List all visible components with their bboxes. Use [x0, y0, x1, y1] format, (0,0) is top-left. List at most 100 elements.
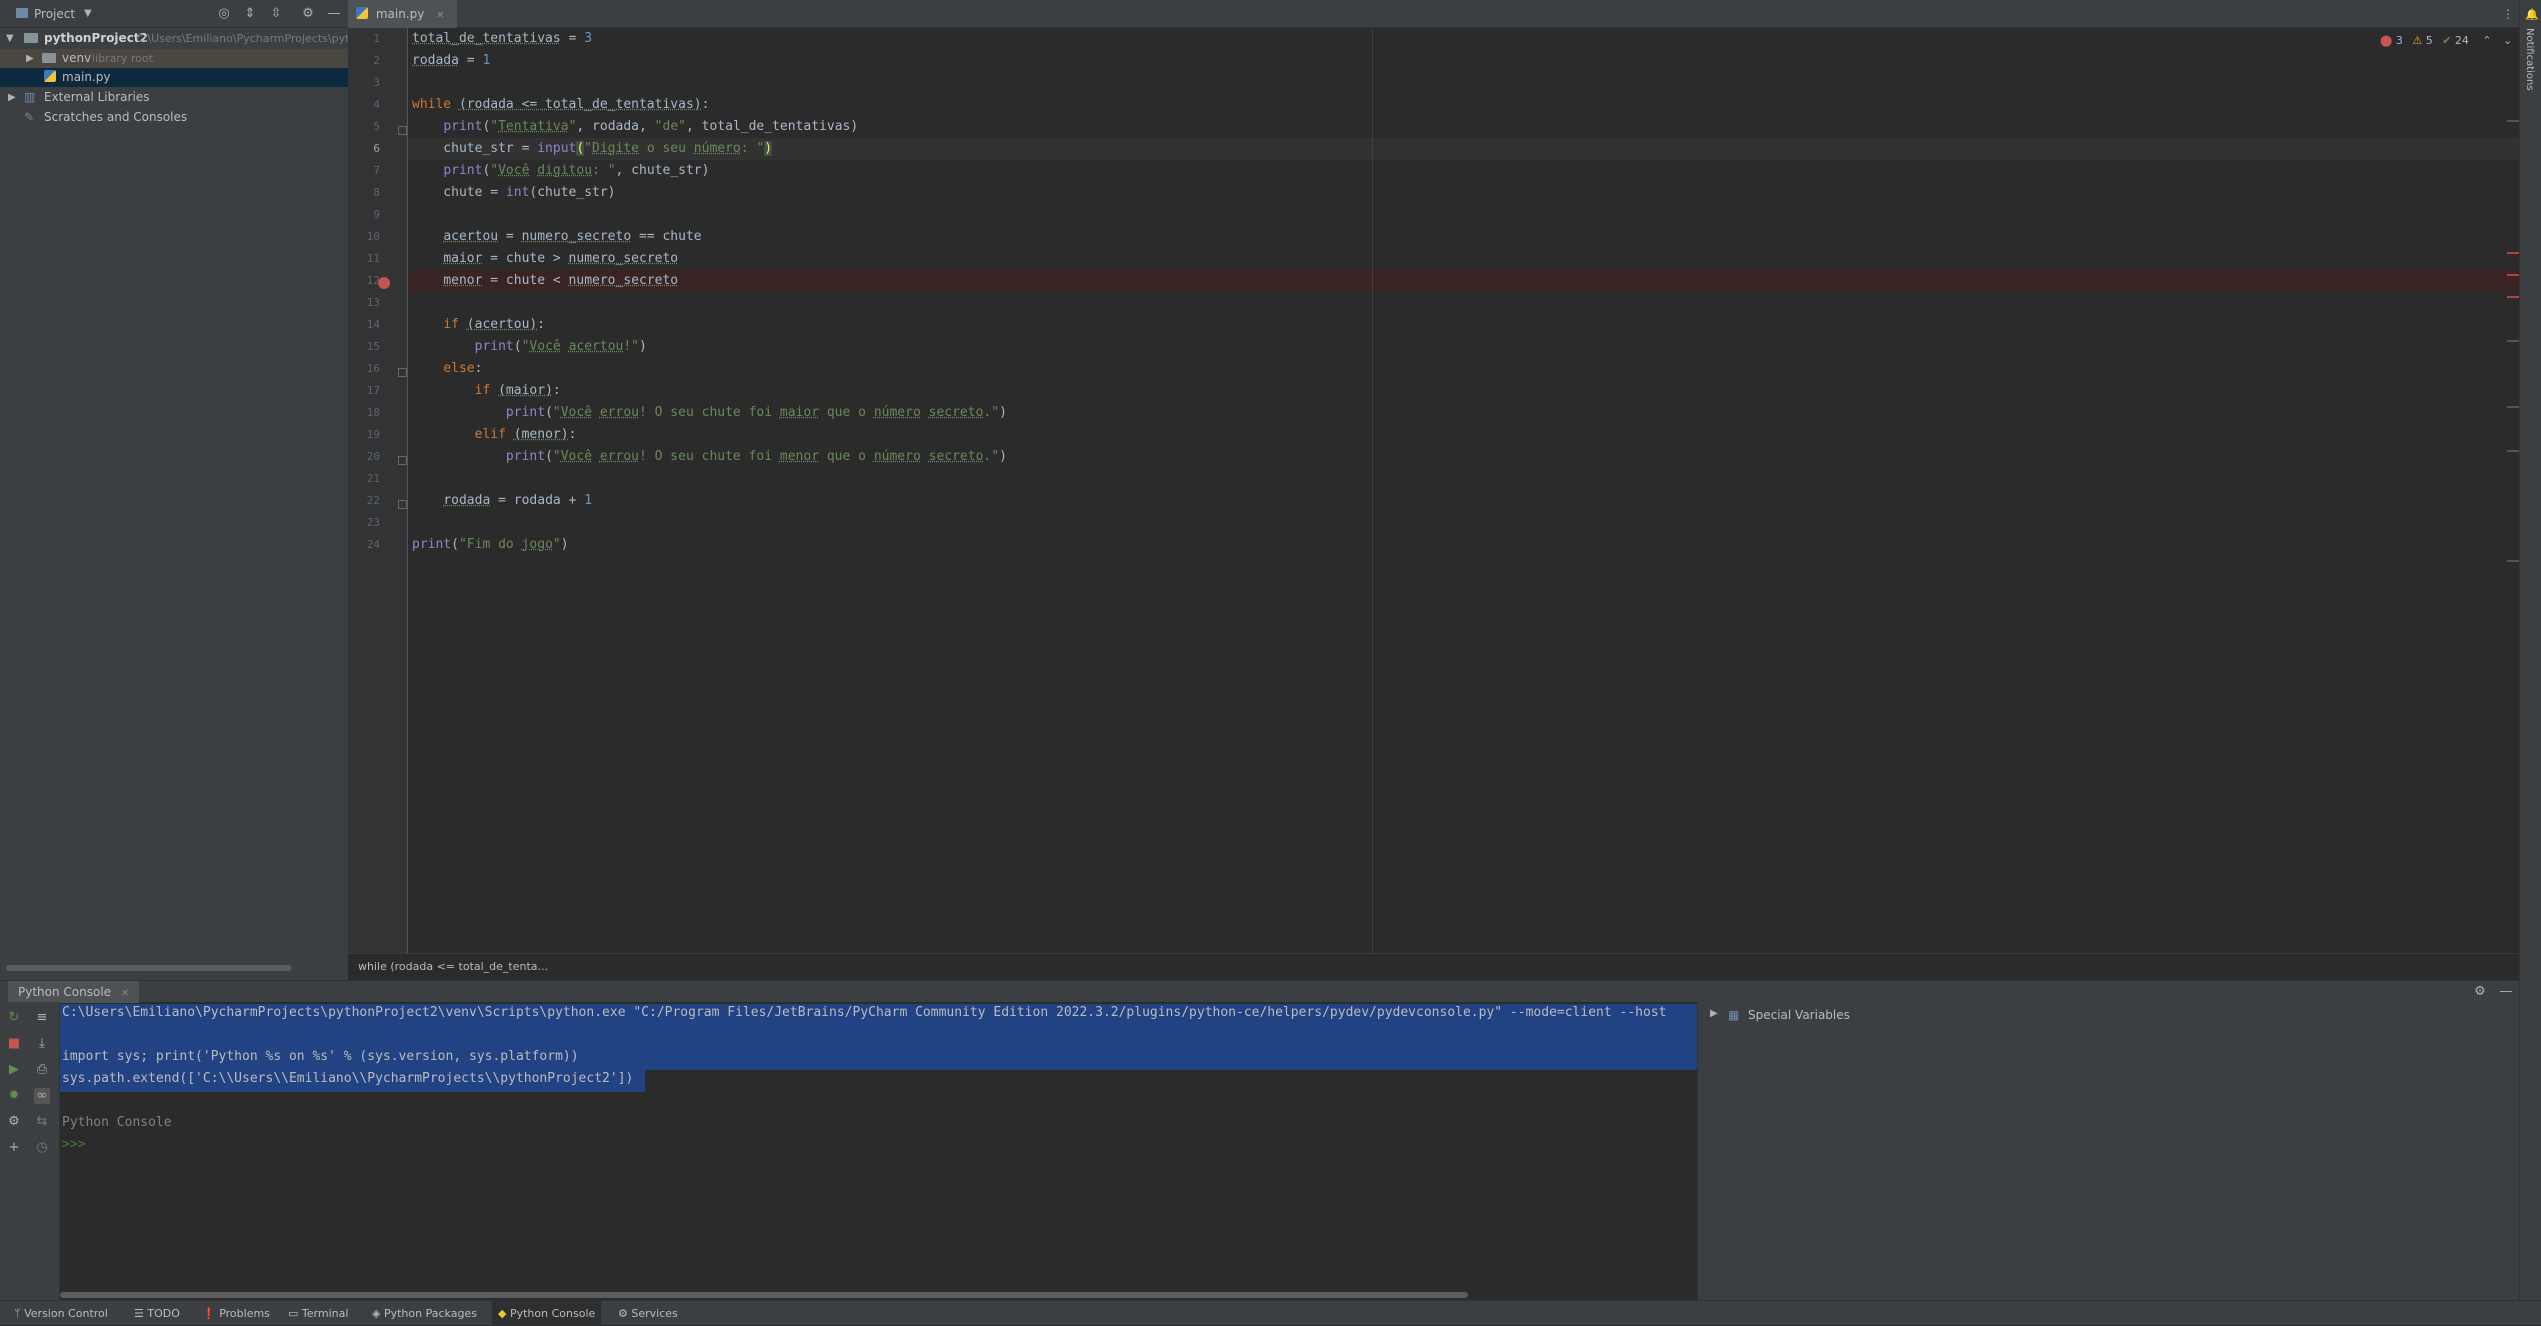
tool-python-packages[interactable]: ◈ Python Packages — [366, 1301, 483, 1326]
breakpoint-icon[interactable] — [378, 277, 390, 289]
expand-all-icon[interactable]: ⇕ — [242, 6, 258, 22]
code-line[interactable]: chute = int(chute_str) — [412, 182, 615, 204]
code-line[interactable]: total_de_tentativas = 3 — [412, 28, 592, 50]
chevron-down-icon[interactable]: ▼ — [84, 0, 92, 28]
chevron-right-icon[interactable]: ▶ — [8, 88, 16, 107]
console-horizontal-scrollbar[interactable] — [60, 1292, 1468, 1298]
line-number: 21 — [366, 472, 380, 485]
code-line[interactable]: chute_str = input("Digite o seu número: … — [412, 138, 773, 160]
run-icon[interactable]: ▶ — [6, 1062, 22, 1078]
stripe-mark[interactable] — [2507, 296, 2519, 298]
debug-icon[interactable]: ✹ — [6, 1088, 22, 1104]
line-number: 17 — [366, 384, 380, 397]
tree-item-pythonproject2[interactable]: ▼ pythonProject2 C:\Users\Emiliano\Pycha… — [0, 29, 348, 48]
tree-item-label: main.py — [62, 70, 111, 84]
code-line[interactable]: print("Você acertou!") — [412, 336, 647, 358]
stripe-mark[interactable] — [2507, 450, 2519, 452]
console-line: import sys; print('Python %s on %s' % (s… — [62, 1049, 579, 1064]
console-output[interactable]: C:\Users\Emiliano\PycharmProjects\python… — [60, 1002, 1697, 1300]
tab-python-console[interactable]: Python Console ✕ — [8, 981, 140, 1003]
line-number: 11 — [366, 252, 380, 265]
fold-marker-icon[interactable] — [398, 368, 407, 377]
scroll-to-end-icon[interactable]: ⤓ — [34, 1036, 50, 1052]
code-line[interactable]: if (acertou): — [412, 314, 545, 336]
tool-problems[interactable]: ❗ Problems — [196, 1301, 276, 1326]
stripe-mark[interactable] — [2507, 120, 2519, 122]
terminal-icon: ▭ — [288, 1307, 299, 1320]
stripe-mark[interactable] — [2507, 406, 2519, 408]
error-stripe[interactable] — [2505, 28, 2519, 953]
warning-icon: ⚠ — [2412, 34, 2423, 47]
code-editor[interactable]: total_de_tentativas = 3 rodada = 1 while… — [408, 28, 2519, 953]
code-line[interactable]: print("Você errou! O seu chute foi menor… — [412, 446, 1007, 468]
code-line[interactable]: print("Você digitou: ", chute_str) — [412, 160, 709, 182]
close-icon[interactable]: ✕ — [121, 988, 129, 999]
more-options-icon[interactable]: ⋮ — [2502, 0, 2514, 28]
gear-icon[interactable]: ⚙ — [300, 6, 316, 22]
close-icon[interactable]: ✕ — [436, 10, 444, 21]
code-line[interactable]: while (rodada <= total_de_tentativas): — [412, 94, 709, 116]
show-variables-icon[interactable]: ∞ — [34, 1088, 50, 1104]
special-variables-label[interactable]: Special Variables — [1748, 1008, 1850, 1022]
fold-marker-icon[interactable] — [398, 456, 407, 465]
line-number: 18 — [366, 406, 380, 419]
code-line[interactable]: rodada = rodada + 1 — [412, 490, 592, 512]
stripe-mark[interactable] — [2507, 252, 2519, 254]
stripe-mark[interactable] — [2507, 274, 2519, 276]
tool-todo[interactable]: ☰ TODO — [128, 1301, 186, 1326]
console-prompt[interactable]: >>> — [62, 1134, 85, 1156]
soft-wrap-icon[interactable]: ≡ — [34, 1010, 50, 1026]
minimize-icon[interactable]: — — [2498, 984, 2514, 1000]
fold-marker-icon[interactable] — [398, 500, 407, 509]
inspection-widget[interactable]: ⬤ 3 ⚠ 5 ✔ 24 ⌃ ⌄ — [2380, 30, 2512, 52]
code-line[interactable]: rodada = 1 — [412, 50, 490, 72]
right-margin-guide — [1372, 28, 1373, 953]
code-line[interactable]: print("Você errou! O seu chute foi maior… — [412, 402, 1007, 424]
stripe-mark[interactable] — [2507, 340, 2519, 342]
variables-icon: ▦ — [1728, 1008, 1740, 1022]
add-icon[interactable]: + — [6, 1140, 22, 1156]
code-line[interactable]: maior = chute > numero_secreto — [412, 248, 678, 270]
tree-item-venv[interactable]: ▶ venv library root — [0, 49, 348, 68]
tree-item-external-libraries[interactable]: ▶ ▥ External Libraries — [0, 88, 348, 107]
notifications-tab[interactable]: Notifications — [2524, 28, 2535, 91]
clock-icon[interactable]: ◷ — [34, 1140, 50, 1156]
stripe-mark[interactable] — [2507, 560, 2519, 562]
tab-main-py[interactable]: main.py ✕ — [348, 0, 457, 31]
gear-icon[interactable]: ⚙ — [2472, 984, 2488, 1000]
console-line: Python Console — [62, 1115, 172, 1130]
tree-item-scratches[interactable]: ✎ Scratches and Consoles — [0, 108, 348, 127]
minimize-icon[interactable]: — — [326, 6, 342, 22]
code-line[interactable]: elif (menor): — [412, 424, 577, 446]
console-history-icon[interactable]: ⇆ — [34, 1114, 50, 1130]
code-line[interactable]: if (maior): — [412, 380, 561, 402]
chevron-right-icon[interactable]: ▶ — [26, 49, 34, 68]
collapse-all-icon[interactable]: ⇳ — [268, 6, 284, 22]
print-icon[interactable]: ⎙ — [34, 1062, 50, 1078]
code-line[interactable]: print("Tentativa", rodada, "de", total_d… — [412, 116, 858, 138]
tool-python-console[interactable]: ◆ Python Console — [492, 1301, 602, 1326]
line-number: 5 — [373, 120, 380, 133]
notifications-icon[interactable]: 🔔 — [2525, 8, 2539, 21]
stop-icon[interactable]: ■ — [6, 1036, 22, 1052]
locate-icon[interactable]: ◎ — [216, 6, 232, 22]
chevron-right-icon[interactable]: ▶ — [1710, 1008, 1718, 1019]
code-line[interactable]: menor = chute < numero_secreto — [412, 270, 678, 292]
packages-icon: ◈ — [372, 1307, 381, 1320]
fold-marker-icon[interactable] — [398, 126, 407, 135]
settings-icon[interactable]: ⚙ — [6, 1114, 22, 1130]
tool-terminal[interactable]: ▭ Terminal — [282, 1301, 354, 1326]
previous-highlight-icon[interactable]: ⌃ — [2482, 34, 2491, 47]
project-horizontal-scrollbar[interactable] — [6, 965, 292, 971]
code-line[interactable]: acertou = numero_secreto == chute — [412, 226, 701, 248]
chevron-down-icon[interactable]: ▼ — [6, 29, 14, 48]
code-line[interactable]: else: — [412, 358, 482, 380]
tool-services[interactable]: ⚙ Services — [612, 1301, 684, 1326]
tree-item-main-py[interactable]: main.py — [0, 68, 348, 87]
line-number: 9 — [373, 208, 380, 221]
tool-version-control[interactable]: ᛘ Version Control — [8, 1301, 114, 1326]
breadcrumb[interactable]: while (rodada <= total_de_tenta... — [348, 953, 2519, 979]
rerun-icon[interactable]: ↻ — [6, 1010, 22, 1026]
code-line[interactable]: print("Fim do jogo") — [412, 534, 569, 556]
project-view-selector[interactable]: Project — [34, 0, 75, 28]
